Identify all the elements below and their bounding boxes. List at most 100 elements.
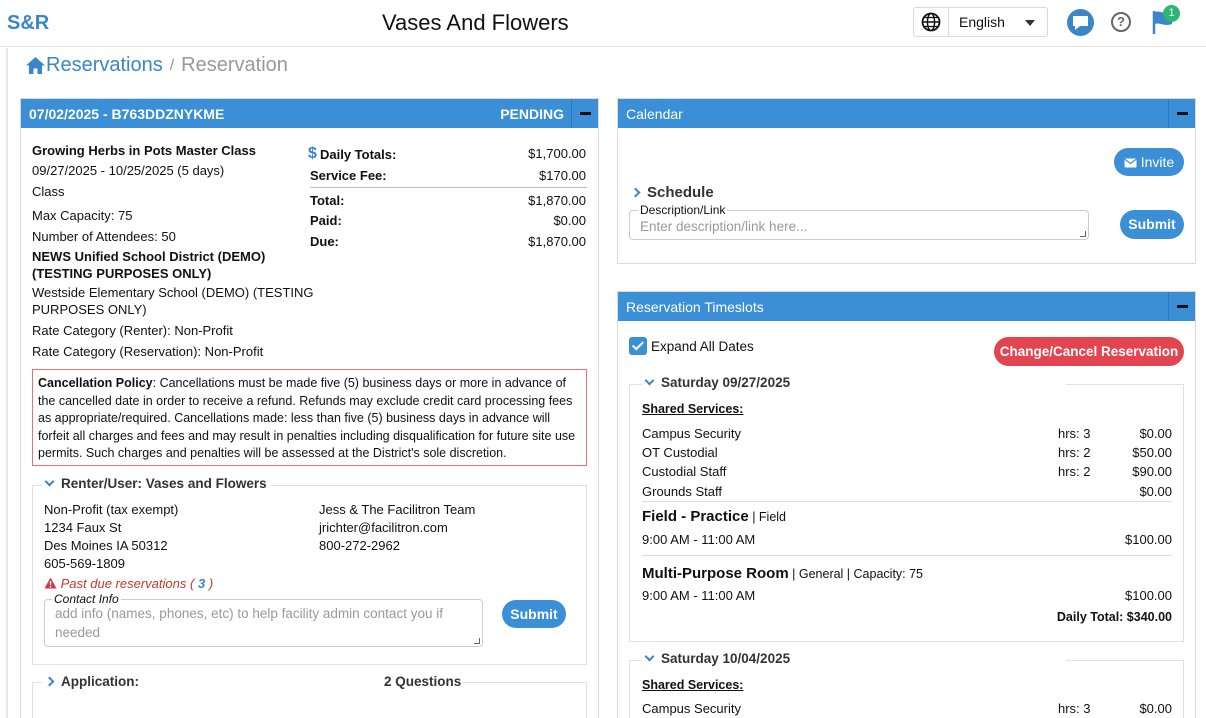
date-range: 09/27/2025 - 10/25/2025 (5 days): [32, 163, 225, 178]
dollar-icon: $: [308, 145, 317, 162]
chat-button[interactable]: [1067, 9, 1094, 36]
invite-label: Invite: [1140, 154, 1175, 170]
language-select[interactable]: English: [948, 7, 1048, 37]
attendees: Number of Attendees: 50: [32, 229, 176, 244]
shared-services-label: Shared Services:: [642, 678, 744, 692]
chevron-right-icon: [44, 676, 55, 687]
expand-all-checkbox[interactable]: [629, 337, 647, 355]
collapse-button[interactable]: [1168, 292, 1195, 321]
left-edge: [6, 48, 8, 718]
application-title: Application:: [61, 674, 139, 689]
service-hours: hrs: 3: [1058, 426, 1091, 441]
envelope-icon: [1123, 158, 1137, 168]
day-toggle[interactable]: Saturday 10/04/2025: [642, 651, 1066, 666]
schedule-toggle[interactable]: Schedule: [628, 184, 718, 201]
room-title: Multi-Purpose Room | General | Capacity:…: [642, 565, 923, 582]
room-time: 9:00 AM - 11:00 AM: [642, 588, 756, 603]
service-hours: hrs: 3: [1058, 701, 1091, 716]
service-price: $50.00: [1132, 445, 1172, 460]
service-name: Campus Security: [642, 426, 741, 441]
breadcrumb-home-label: Reservations: [46, 54, 163, 76]
renter-title: Renter/User: Vases and Flowers: [61, 476, 267, 491]
contact-name: Jess & The Facilitron Team: [319, 502, 476, 517]
divider: [642, 555, 1172, 556]
description-placeholder: Enter description/link here...: [640, 219, 808, 234]
daily-totals-value: $1,700.00: [528, 146, 586, 161]
minus-icon: [1176, 112, 1188, 115]
reservation-id: 07/02/2025 - B763DDZNYKME: [29, 105, 225, 122]
resize-handle[interactable]: [1080, 231, 1086, 237]
contact-info-placeholder: add info (names, phones, etc) to help fa…: [55, 606, 443, 640]
renter-address2: Des Moines IA 50312: [44, 538, 168, 553]
service-fee-value: $170.00: [539, 168, 586, 183]
day-toggle[interactable]: Saturday 09/27/2025: [642, 375, 1066, 390]
expand-all-label[interactable]: Expand All Dates: [651, 339, 754, 354]
breadcrumb-separator: /: [169, 56, 175, 74]
minus-icon: [1176, 305, 1188, 308]
day-date: Saturday 09/27/2025: [661, 375, 791, 390]
service-name: Campus Security: [642, 701, 741, 716]
chevron-down-icon: [44, 476, 55, 487]
collapse-button[interactable]: [1168, 99, 1195, 128]
invite-button[interactable]: Invite: [1114, 148, 1184, 176]
logo[interactable]: S&R: [7, 12, 49, 35]
due-label: Due:: [310, 234, 339, 249]
room-meta: | Field: [748, 510, 787, 524]
past-due-label: Past due reservations: [60, 576, 187, 591]
room-name: Multi-Purpose Room: [642, 565, 789, 582]
calendar-title: Calendar: [626, 105, 683, 122]
room-meta: | General | Capacity: 75: [788, 567, 924, 581]
notification-badge: 1: [1163, 5, 1180, 22]
room-price: $100.00: [1125, 588, 1172, 603]
room-title: Field - Practice | Field: [642, 508, 786, 525]
help-button[interactable]: ?: [1111, 12, 1131, 32]
globe-icon: [913, 7, 949, 37]
application-toggle[interactable]: Application: 2 Questions: [42, 674, 462, 689]
renter-address1: 1234 Faux St: [44, 520, 122, 535]
chevron-down-icon: [644, 375, 655, 386]
reservation-panel-header: 07/02/2025 - B763DDZNYKME PENDING: [21, 99, 598, 128]
collapse-button[interactable]: [571, 99, 598, 128]
schedule-title: Schedule: [647, 184, 714, 201]
contact-email[interactable]: jrichter@facilitron.com: [319, 520, 448, 535]
service-price: $0.00: [1139, 701, 1172, 716]
cancellation-policy: Cancellation Policy: Cancellations must …: [32, 369, 587, 466]
paid-value: $0.00: [553, 213, 586, 228]
service-name: Grounds Staff: [642, 484, 722, 499]
divider: [642, 501, 1172, 502]
school-line1: Westside Elementary School (DEMO) (TESTI…: [32, 285, 314, 300]
breadcrumb-home[interactable]: Reservations: [25, 54, 163, 77]
past-due-link[interactable]: Past due reservations ( 3 ): [44, 576, 213, 591]
service-hours: hrs: 2: [1058, 445, 1091, 460]
change-cancel-button[interactable]: Change/Cancel Reservation: [994, 337, 1184, 366]
room-time: 9:00 AM - 11:00 AM: [642, 532, 756, 547]
resize-handle[interactable]: [474, 638, 480, 644]
contact-phone: 800-272-2962: [319, 538, 400, 553]
contact-info-field[interactable]: add info (names, phones, etc) to help fa…: [44, 599, 483, 647]
page-title: Vases And Flowers: [382, 10, 569, 35]
past-due-count[interactable]: 3: [198, 576, 205, 591]
service-name: Custodial Staff: [642, 464, 727, 479]
school-line2: PURPOSES ONLY): [32, 302, 147, 317]
reservation-type: Class: [32, 184, 65, 199]
renter-submit-button[interactable]: Submit: [502, 600, 566, 628]
total-label: Total:: [310, 193, 345, 208]
timeslots-panel-header: Reservation Timeslots: [618, 292, 1195, 321]
renter-phone: 605-569-1809: [44, 556, 125, 571]
event-name: Growing Herbs in Pots Master Class: [32, 143, 256, 158]
warning-icon: [44, 577, 57, 589]
service-price: $90.00: [1132, 464, 1172, 479]
calendar-submit-button[interactable]: Submit: [1120, 210, 1184, 239]
renter-toggle[interactable]: Renter/User: Vases and Flowers: [42, 476, 271, 491]
application-questions: 2 Questions: [384, 674, 462, 689]
district-line1: NEWS Unified School District (DEMO): [32, 249, 266, 264]
language-value: English: [959, 14, 1005, 30]
status-badge: PENDING: [500, 106, 564, 122]
service-fee-label: Service Fee:: [310, 168, 387, 183]
max-capacity: Max Capacity: 75: [32, 208, 133, 223]
rate-renter: Rate Category (Renter): Non-Profit: [32, 323, 233, 338]
minus-icon: [579, 112, 591, 115]
service-price: $0.00: [1139, 484, 1172, 499]
service-name: OT Custodial: [642, 445, 718, 460]
calendar-panel-header: Calendar: [618, 99, 1195, 128]
